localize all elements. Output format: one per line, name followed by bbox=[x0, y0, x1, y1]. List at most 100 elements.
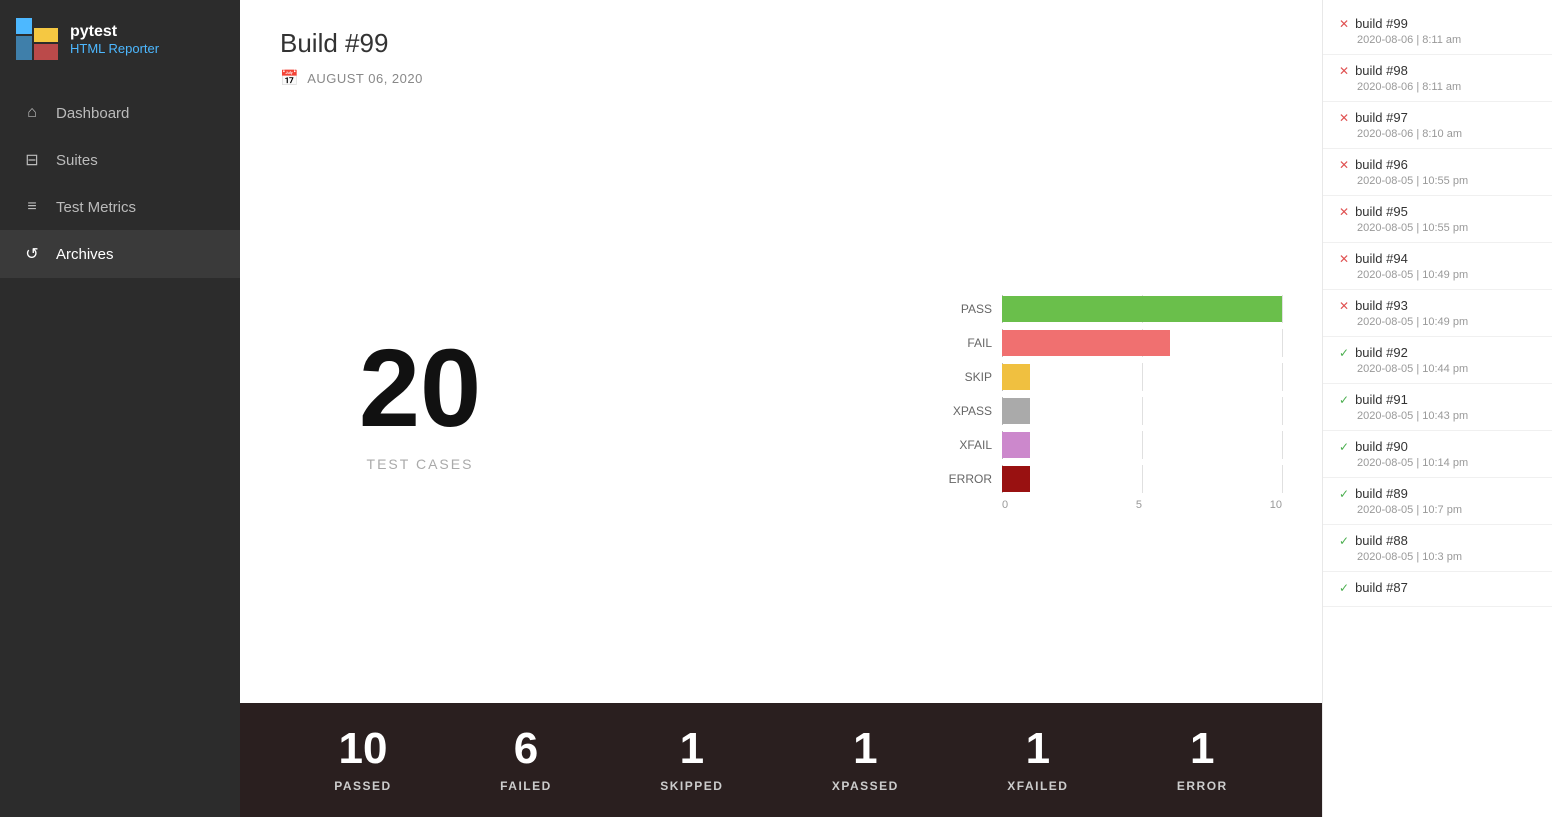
build-date-text-build94: 2020-08-05 | 10:49 pm bbox=[1339, 269, 1536, 281]
sidebar-nav: ⌂ Dashboard ⊟ Suites ≡ Test Metrics ↺ Ar… bbox=[0, 90, 240, 278]
build-name-row-build96: ✕ build #96 bbox=[1339, 157, 1536, 172]
checkmark-icon: ✓ bbox=[1339, 534, 1349, 548]
build-date: 📅 AUGUST 06, 2020 bbox=[280, 69, 1282, 87]
archives-icon: ↺ bbox=[22, 244, 42, 264]
chart-section: 20 TEST CASES PASSFAILSKIPXPASSXFAILERRO… bbox=[240, 103, 1322, 703]
sidebar-logo: pytest HTML Reporter bbox=[0, 0, 240, 78]
build-date-text-build99: 2020-08-06 | 8:11 am bbox=[1339, 34, 1536, 46]
chart-row-fail: FAIL bbox=[932, 329, 1282, 357]
checkmark-icon: ✓ bbox=[1339, 440, 1349, 454]
build-list-item-build95[interactable]: ✕ build #95 2020-08-05 | 10:55 pm bbox=[1323, 196, 1552, 243]
xmark-icon: ✕ bbox=[1339, 205, 1349, 219]
checkmark-icon: ✓ bbox=[1339, 393, 1349, 407]
build-header: Build #99 📅 AUGUST 06, 2020 bbox=[240, 0, 1322, 103]
build-name-row-build95: ✕ build #95 bbox=[1339, 204, 1536, 219]
chart-label-error: ERROR bbox=[932, 472, 992, 486]
stat-label-passed: PASSED bbox=[334, 779, 391, 793]
checkmark-icon: ✓ bbox=[1339, 581, 1349, 595]
bar-chart: PASSFAILSKIPXPASSXFAILERROR0510 bbox=[932, 295, 1282, 511]
build-date-text-build97: 2020-08-06 | 8:10 am bbox=[1339, 128, 1536, 140]
build-date-text-build98: 2020-08-06 | 8:11 am bbox=[1339, 81, 1536, 93]
build-name-text-build95: build #95 bbox=[1355, 204, 1408, 219]
build-name-text-build98: build #98 bbox=[1355, 63, 1408, 78]
build-list-item-build92[interactable]: ✓ build #92 2020-08-05 | 10:44 pm bbox=[1323, 337, 1552, 384]
stats-footer: 10PASSED6FAILED1SKIPPED1XPASSED1XFAILED1… bbox=[240, 703, 1322, 817]
content-area: Build #99 📅 AUGUST 06, 2020 20 TEST CASE… bbox=[240, 0, 1552, 817]
xmark-icon: ✕ bbox=[1339, 158, 1349, 172]
build-name-text-build97: build #97 bbox=[1355, 110, 1408, 125]
xmark-icon: ✕ bbox=[1339, 252, 1349, 266]
build-list-item-build94[interactable]: ✕ build #94 2020-08-05 | 10:49 pm bbox=[1323, 243, 1552, 290]
build-list-item-build89[interactable]: ✓build #892020-08-05 | 10:7 pm bbox=[1323, 478, 1552, 525]
stat-number-xpassed: 1 bbox=[853, 727, 877, 771]
chart-bar-container-error bbox=[1002, 465, 1282, 493]
stat-item-xfailed: 1XFAILED bbox=[1007, 727, 1068, 793]
chart-axis: 0510 bbox=[1002, 499, 1282, 511]
build-date-text-build93: 2020-08-05 | 10:49 pm bbox=[1339, 316, 1536, 328]
build-list-item-build96[interactable]: ✕ build #96 2020-08-05 | 10:55 pm bbox=[1323, 149, 1552, 196]
stat-item-xpassed: 1XPASSED bbox=[832, 727, 899, 793]
build-name-row-build93: ✕ build #93 bbox=[1339, 298, 1536, 313]
build-list-item-build90[interactable]: ✓build #90 2020-08-05 | 10:14 pm bbox=[1323, 431, 1552, 478]
build-date-text-build88: 2020-08-05 | 10:3 pm bbox=[1339, 551, 1536, 563]
chart-bar-container-pass bbox=[1002, 295, 1282, 323]
sidebar-item-archives-label: Archives bbox=[56, 246, 114, 263]
center-panel: Build #99 📅 AUGUST 06, 2020 20 TEST CASE… bbox=[240, 0, 1322, 817]
chart-label-fail: FAIL bbox=[932, 336, 992, 350]
sidebar-item-test-metrics-label: Test Metrics bbox=[56, 199, 136, 216]
build-list-item-build93[interactable]: ✕ build #93 2020-08-05 | 10:49 pm bbox=[1323, 290, 1552, 337]
build-name-row-build97: ✕ build #97 bbox=[1339, 110, 1536, 125]
build-list-item-build87[interactable]: ✓build #87 bbox=[1323, 572, 1552, 607]
chart-row-pass: PASS bbox=[932, 295, 1282, 323]
build-name-row-build94: ✕ build #94 bbox=[1339, 251, 1536, 266]
build-name-row-build90: ✓build #90 bbox=[1339, 439, 1536, 454]
build-list-item-build97[interactable]: ✕ build #97 2020-08-06 | 8:10 am bbox=[1323, 102, 1552, 149]
build-name-row-build98: ✕build #98 bbox=[1339, 63, 1536, 78]
chart-row-error: ERROR bbox=[932, 465, 1282, 493]
stat-label-xfailed: XFAILED bbox=[1007, 779, 1068, 793]
build-list-item-build91[interactable]: ✓build #912020-08-05 | 10:43 pm bbox=[1323, 384, 1552, 431]
build-name-text-build93: build #93 bbox=[1355, 298, 1408, 313]
home-icon: ⌂ bbox=[22, 104, 42, 122]
test-count-wrapper: 20 TEST CASES bbox=[280, 334, 560, 472]
build-list-item-build99[interactable]: ✕build #992020-08-06 | 8:11 am bbox=[1323, 8, 1552, 55]
checkmark-icon: ✓ bbox=[1339, 487, 1349, 501]
suites-icon: ⊟ bbox=[22, 150, 42, 170]
chart-label-pass: PASS bbox=[932, 302, 992, 316]
checkmark-icon: ✓ bbox=[1339, 346, 1349, 360]
build-list-item-build88[interactable]: ✓build #88 2020-08-05 | 10:3 pm bbox=[1323, 525, 1552, 572]
sidebar-item-dashboard[interactable]: ⌂ Dashboard bbox=[0, 90, 240, 136]
logo-icon bbox=[16, 18, 58, 60]
build-date-text-build95: 2020-08-05 | 10:55 pm bbox=[1339, 222, 1536, 234]
stat-item-error: 1ERROR bbox=[1177, 727, 1228, 793]
build-date-text-build92: 2020-08-05 | 10:44 pm bbox=[1339, 363, 1536, 375]
chart-bar-fail bbox=[1002, 330, 1170, 356]
chart-label-xfail: XFAIL bbox=[932, 438, 992, 452]
chart-bar-xpass bbox=[1002, 398, 1030, 424]
sidebar-item-archives[interactable]: ↺ Archives bbox=[0, 230, 240, 278]
sidebar-item-suites-label: Suites bbox=[56, 152, 98, 169]
build-date-text-build96: 2020-08-05 | 10:55 pm bbox=[1339, 175, 1536, 187]
build-date-text-build90: 2020-08-05 | 10:14 pm bbox=[1339, 457, 1536, 469]
metrics-icon: ≡ bbox=[22, 198, 42, 216]
xmark-icon: ✕ bbox=[1339, 17, 1349, 31]
xmark-icon: ✕ bbox=[1339, 299, 1349, 313]
chart-bar-error bbox=[1002, 466, 1030, 492]
build-list-item-build98[interactable]: ✕build #98 2020-08-06 | 8:11 am bbox=[1323, 55, 1552, 102]
build-name-row-build88: ✓build #88 bbox=[1339, 533, 1536, 548]
sidebar-item-suites[interactable]: ⊟ Suites bbox=[0, 136, 240, 184]
calendar-icon: 📅 bbox=[280, 69, 299, 87]
chart-bar-skip bbox=[1002, 364, 1030, 390]
build-name-text-build92: build #92 bbox=[1355, 345, 1408, 360]
stat-number-passed: 10 bbox=[338, 727, 387, 771]
xmark-icon: ✕ bbox=[1339, 111, 1349, 125]
build-date-text-build91: 2020-08-05 | 10:43 pm bbox=[1339, 410, 1536, 422]
chart-row-xfail: XFAIL bbox=[932, 431, 1282, 459]
build-name-text-build94: build #94 bbox=[1355, 251, 1408, 266]
logo-pytest-label: pytest bbox=[70, 23, 159, 41]
chart-bar-container-fail bbox=[1002, 329, 1282, 357]
stat-item-passed: 10 PASSED bbox=[334, 727, 391, 793]
sidebar-item-test-metrics[interactable]: ≡ Test Metrics bbox=[0, 184, 240, 230]
stat-label-failed: FAILED bbox=[500, 779, 552, 793]
build-name-text-build96: build #96 bbox=[1355, 157, 1408, 172]
